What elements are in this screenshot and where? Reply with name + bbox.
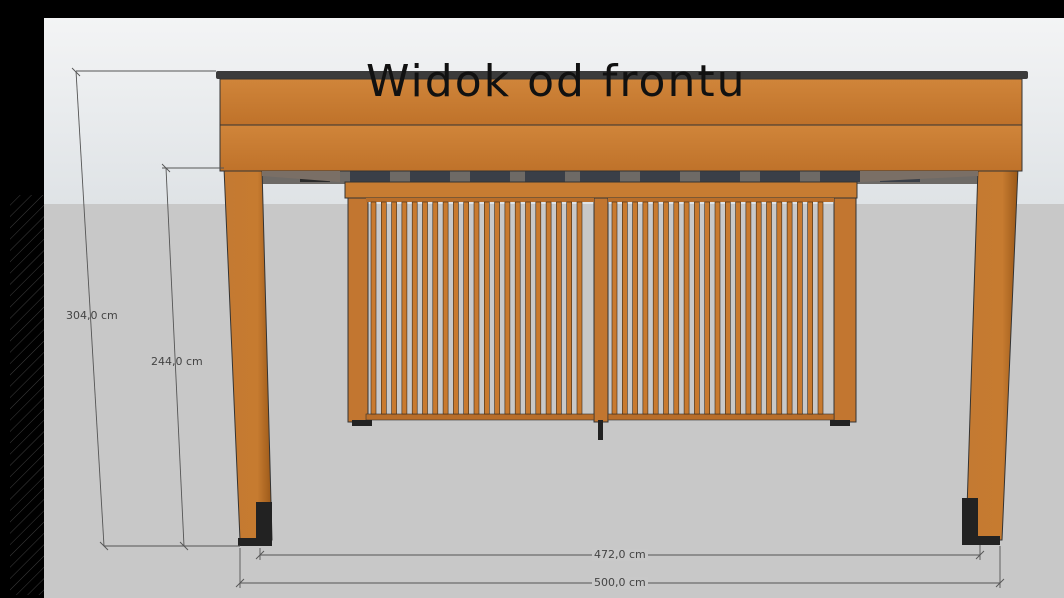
wall-slat	[504, 201, 511, 415]
wall-slat	[755, 201, 762, 415]
wall-slat	[442, 201, 449, 415]
wall-slat	[714, 201, 721, 415]
right-post-foot	[962, 536, 1000, 545]
dimension-total-width: 500,0 cm	[592, 576, 648, 589]
wall-slat	[611, 201, 618, 415]
wall-slat	[545, 201, 552, 415]
left-post-foot	[238, 538, 272, 546]
left-post-bracket	[256, 502, 272, 538]
wall-slat	[401, 201, 408, 415]
left-hatch-decoration	[10, 195, 44, 595]
wall-slat	[652, 201, 659, 415]
wall-slat	[525, 201, 531, 415]
wall-slat	[621, 201, 628, 415]
wall-slat	[704, 201, 711, 415]
wall-slat	[807, 201, 814, 415]
wall-slat	[463, 201, 470, 415]
ground	[44, 204, 1064, 598]
wall-slat	[494, 201, 500, 415]
wall-slat	[724, 201, 731, 415]
wall-slat	[683, 201, 690, 415]
wall-slat	[535, 201, 542, 415]
wall-slat	[745, 201, 752, 415]
wall-slat	[817, 201, 824, 415]
wall-slat	[776, 201, 783, 415]
wall-slat	[453, 201, 459, 415]
wall-slat	[663, 201, 669, 415]
wall-slat	[766, 201, 772, 415]
wall-slat	[473, 201, 480, 415]
dimension-total-height: 304,0 cm	[66, 309, 118, 322]
wall-slat	[380, 201, 387, 415]
wall-slat	[642, 201, 649, 415]
wall-slat	[370, 201, 377, 415]
wall-slat	[411, 201, 418, 415]
wall-slat	[566, 201, 573, 415]
wall-slat	[797, 201, 803, 415]
top-beam-lower	[219, 124, 1023, 172]
wall-slat	[673, 201, 680, 415]
wall-slat	[694, 201, 700, 415]
wall-slat	[391, 201, 397, 415]
dimension-inner-width: 472,0 cm	[592, 548, 648, 561]
view-title: Widok od frontu	[366, 56, 747, 107]
wall-slat	[576, 201, 583, 415]
dimension-clear-height: 244,0 cm	[151, 355, 203, 368]
right-post-bracket	[962, 498, 978, 536]
wall-slat	[514, 201, 521, 415]
wall-slat	[556, 201, 562, 415]
wall-slat	[483, 201, 490, 415]
top-border	[0, 0, 1064, 18]
wall-slat	[735, 201, 741, 415]
wall-slat	[432, 201, 439, 415]
wall-slat	[422, 201, 428, 415]
wall-slat	[786, 201, 793, 415]
wall-slat	[632, 201, 638, 415]
